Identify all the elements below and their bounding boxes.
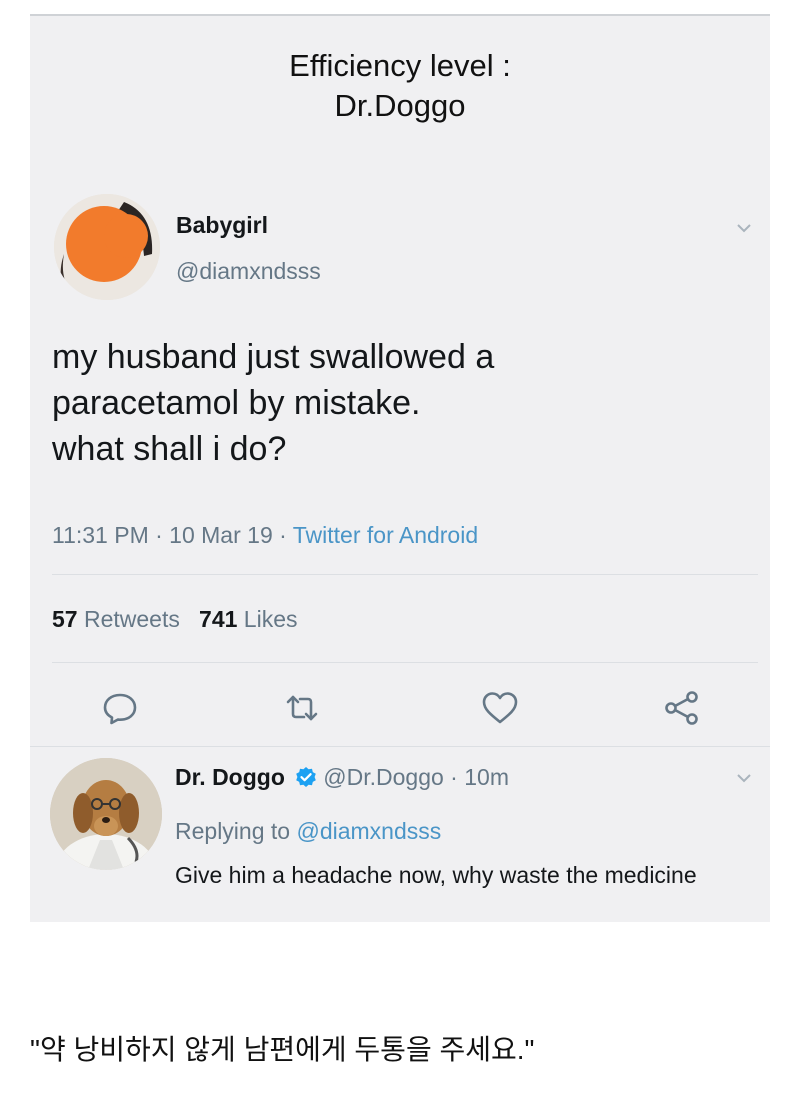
korean-caption: "약 낭비하지 않게 남편에게 두통을 주세요." [30, 1034, 535, 1065]
doctor-dog-image [50, 758, 162, 870]
tweet-display-name[interactable]: Babygirl [176, 212, 268, 239]
meme-caption-title: Efficiency level : Dr.Doggo [289, 48, 511, 123]
tweet-source-link[interactable]: Twitter for Android [293, 522, 478, 548]
reply-text: Give him a headache now, why waste the m… [175, 862, 697, 888]
like-icon[interactable] [480, 688, 520, 728]
reply-display-name[interactable]: Dr. Doggo [175, 764, 285, 790]
replying-prefix: Replying to [175, 818, 297, 844]
tweet-stats: 57 Retweets 741 Likes [52, 606, 298, 633]
share-icon[interactable] [662, 688, 702, 728]
retweet-icon[interactable] [282, 688, 322, 728]
reply-icon[interactable] [100, 688, 140, 728]
verified-badge-icon [296, 767, 317, 787]
retweets-count[interactable]: 57 [52, 606, 78, 632]
divider [30, 746, 770, 747]
tweet-screenshot: Efficiency level : Dr.Doggo Babygirl @di… [30, 16, 770, 922]
replying-mention-link[interactable]: @diamxndsss [296, 818, 441, 844]
reply-handle-time[interactable]: @Dr.Doggo · 10m [323, 764, 509, 790]
tweet-timestamp: 11:31 PM · 10 Mar 19 · [52, 522, 293, 548]
divider [52, 574, 758, 575]
tweet-meta: 11:31 PM · 10 Mar 19 · Twitter for Andro… [52, 522, 478, 549]
chevron-down-icon[interactable] [736, 770, 752, 786]
tweet-handle[interactable]: @diamxndsss [176, 258, 321, 285]
retweets-label[interactable]: Retweets [84, 606, 180, 632]
replying-to: Replying to @diamxndsss [175, 818, 441, 845]
chevron-down-icon[interactable] [736, 220, 752, 236]
tweet-text: my husband just swallowed a paracetamol … [52, 338, 495, 468]
reply-avatar[interactable] [50, 758, 162, 870]
likes-count[interactable]: 741 [199, 606, 237, 632]
reply-header: Dr. Doggo @Dr.Doggo · 10m [175, 764, 509, 791]
likes-label[interactable]: Likes [244, 606, 298, 632]
avatar-image [54, 194, 160, 300]
avatar[interactable] [54, 194, 160, 300]
divider [52, 662, 758, 663]
